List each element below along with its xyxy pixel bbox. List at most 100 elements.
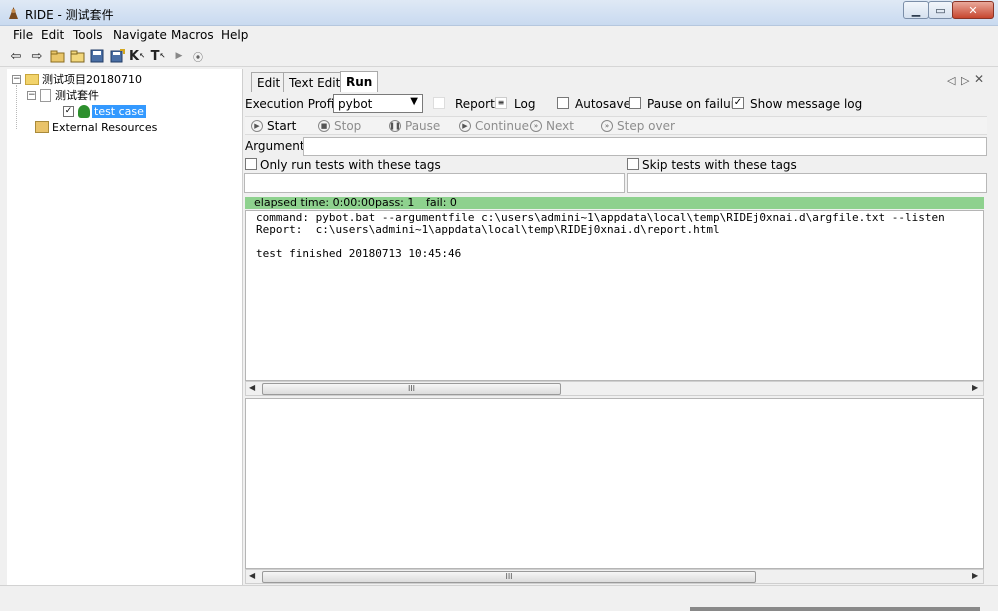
test-case-checkbox[interactable]: ✓: [63, 105, 74, 117]
folder-icon: [25, 73, 39, 85]
execution-profile-select[interactable]: pybot ▼: [333, 94, 423, 113]
skip-tags-input[interactable]: [627, 173, 987, 193]
output-line: test finished 20180713 10:45:46: [256, 247, 462, 260]
tab-text-edit[interactable]: Text Edit: [283, 72, 347, 92]
window-title: RIDE - 测试套件: [25, 8, 114, 22]
message-log-console[interactable]: [245, 398, 984, 569]
skip-tags-label: Skip tests with these tags: [642, 158, 797, 172]
menu-file[interactable]: File: [13, 28, 33, 42]
scroll-right-icon[interactable]: ▶: [972, 571, 978, 580]
skip-tags-checkbox[interactable]: [627, 158, 639, 170]
taskbar-edge: [690, 607, 980, 611]
autosave-checkbox[interactable]: [557, 97, 569, 109]
step-over-label: Step over: [617, 119, 675, 133]
chevron-down-icon: ▼: [410, 96, 418, 107]
menu-edit[interactable]: Edit: [41, 28, 64, 42]
scroll-right-icon[interactable]: ▶: [972, 383, 978, 392]
play-icon: ▶: [251, 120, 263, 132]
suite-tree: − 测试项目20180710 − 测试套件 ✓ test case Extern…: [7, 69, 243, 585]
minimize-button[interactable]: ▁: [903, 1, 929, 19]
pause-on-failure-label: Pause on failure: [647, 97, 743, 111]
collapse-icon[interactable]: −: [12, 74, 21, 84]
elapsed-time: elapsed time: 0:00:00: [254, 196, 375, 209]
menu-bar: File Edit Tools Navigate Macros Help: [0, 26, 998, 45]
stop-icon: ■: [318, 120, 330, 132]
ride-app-icon: [9, 7, 18, 19]
autosave-label: Autosave: [575, 97, 631, 111]
close-button[interactable]: ✕: [952, 1, 994, 19]
scrollbar-thumb[interactable]: III: [262, 383, 561, 395]
minimize-icon: ▁: [911, 3, 921, 17]
maximize-icon: ▭: [935, 3, 946, 17]
suite-label: 测试套件: [55, 89, 99, 102]
tree-connector: [16, 85, 17, 129]
collapse-icon[interactable]: −: [27, 90, 36, 100]
window-status-bar: [0, 585, 998, 611]
output-horizontal-scrollbar[interactable]: ◀ III ▶: [245, 381, 984, 396]
tab-right-icon[interactable]: ▷: [961, 74, 969, 87]
test-case-label: test case: [92, 104, 146, 118]
log-link[interactable]: Log: [514, 97, 535, 111]
tab-close-icon[interactable]: ✕: [974, 72, 984, 86]
save-icon[interactable]: [89, 48, 105, 64]
external-resources-label: External Resources: [52, 120, 158, 134]
tree-item-test-case[interactable]: ✓ test case: [63, 103, 146, 119]
report-icon: [433, 97, 445, 109]
message-log-horizontal-scrollbar[interactable]: ◀ III ▶: [245, 569, 984, 584]
back-arrow-icon[interactable]: ⇦: [8, 48, 24, 64]
close-icon: ✕: [968, 3, 978, 17]
next-label: Next: [546, 119, 574, 133]
menu-tools[interactable]: Tools: [73, 28, 103, 42]
arguments-input[interactable]: [303, 137, 987, 156]
execution-profile-row: Execution Profile: pybot ▼ Report ≡ Log …: [245, 94, 988, 114]
execution-profile-value: pybot: [338, 97, 373, 111]
only-run-tags-checkbox[interactable]: [245, 158, 257, 170]
save-all-icon[interactable]: [109, 48, 125, 64]
scrollbar-thumb[interactable]: III: [262, 571, 756, 583]
run-output-console[interactable]: command: pybot.bat --argumentfile c:\use…: [245, 210, 984, 381]
tab-left-icon[interactable]: ◁: [947, 74, 955, 87]
next-button[interactable]: » Next: [530, 119, 574, 133]
continue-button[interactable]: ▶ Continue: [459, 119, 529, 133]
stop-button[interactable]: ■ Stop: [318, 119, 361, 133]
stop-icon[interactable]: ⦿: [190, 48, 206, 64]
output-line: Report: c:\users\admini~1\appdata\local\…: [256, 223, 720, 236]
tree-item-suite[interactable]: − 测试套件: [27, 87, 99, 103]
pause-button[interactable]: ❚❚ Pause: [389, 119, 440, 133]
pause-on-failure-checkbox[interactable]: [629, 97, 641, 109]
continue-icon: ▶: [459, 120, 471, 132]
only-run-tags-label: Only run tests with these tags: [260, 158, 441, 172]
tab-run[interactable]: Run: [340, 71, 379, 92]
open-suite-icon[interactable]: [49, 48, 65, 64]
show-message-log-label: Show message log: [750, 97, 863, 111]
show-message-log-checkbox[interactable]: ✓: [732, 97, 744, 109]
scroll-left-icon[interactable]: ◀: [249, 571, 255, 580]
editor-tabs: Edit Text Edit Run ◁ ▷ ✕: [245, 69, 988, 92]
forward-arrow-icon[interactable]: ⇨: [29, 48, 45, 64]
start-button[interactable]: ▶ Start: [251, 119, 296, 133]
step-over-icon: »: [601, 120, 613, 132]
menu-macros[interactable]: Macros: [171, 28, 214, 42]
tree-item-project[interactable]: − 测试项目20180710: [12, 71, 142, 87]
menu-help[interactable]: Help: [221, 28, 248, 42]
start-label: Start: [267, 119, 297, 133]
report-link[interactable]: Report: [455, 97, 495, 111]
pause-label: Pause: [405, 119, 441, 133]
suite-file-icon: [40, 88, 51, 102]
maximize-button[interactable]: ▭: [928, 1, 953, 19]
tab-edit[interactable]: Edit: [251, 72, 287, 92]
run-status-bar: elapsed time: 0:00:00 pass: 1 fail: 0: [245, 197, 984, 209]
scroll-left-icon[interactable]: ◀: [249, 383, 255, 392]
stop-label: Stop: [334, 119, 362, 133]
keyword-search-icon[interactable]: K ↖: [129, 48, 145, 64]
open-directory-icon[interactable]: [69, 48, 85, 64]
only-run-tags-input[interactable]: [244, 173, 625, 193]
continue-label: Continue: [475, 119, 529, 133]
log-icon: ≡: [495, 97, 507, 109]
step-over-button[interactable]: » Step over: [601, 119, 675, 133]
menu-navigate[interactable]: Navigate: [113, 28, 167, 42]
run-icon[interactable]: ▶: [171, 48, 187, 64]
fail-count: fail: 0: [426, 196, 457, 209]
tree-item-external-resources[interactable]: External Resources: [35, 119, 157, 135]
text-search-icon[interactable]: T ↖: [150, 48, 166, 64]
